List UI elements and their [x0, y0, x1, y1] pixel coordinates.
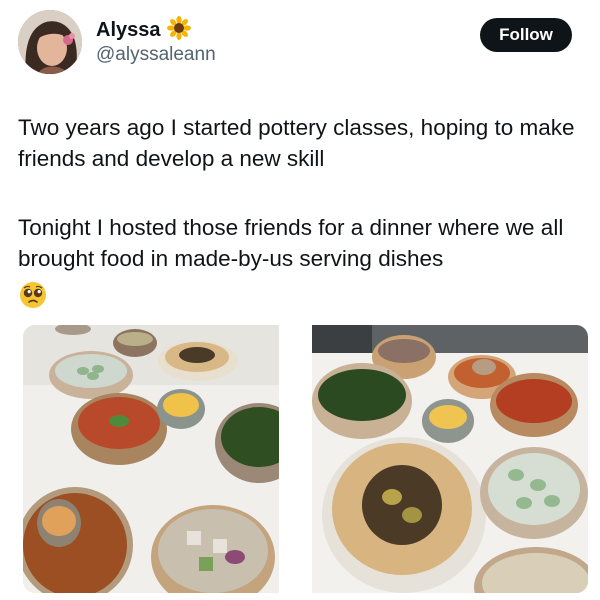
display-name[interactable]: Alyssa [96, 19, 161, 42]
name-row: Alyssa [96, 16, 191, 45]
tweet-header: Alyssa @alyssaleann Follow [18, 10, 582, 74]
media-grid [23, 325, 588, 593]
avatar[interactable] [18, 10, 82, 74]
pleading-face-icon [18, 280, 50, 310]
food-photo-left[interactable] [23, 325, 279, 593]
tweet-paragraph-2: Tonight I hosted those friends for a din… [18, 215, 564, 271]
user-handle[interactable]: @alyssaleann [96, 44, 216, 66]
follow-button[interactable]: Follow [480, 18, 572, 52]
sunflower-icon [166, 16, 191, 45]
tweet-paragraph-1: Two years ago I started pottery classes,… [18, 115, 575, 171]
food-photo-right[interactable] [312, 325, 588, 593]
